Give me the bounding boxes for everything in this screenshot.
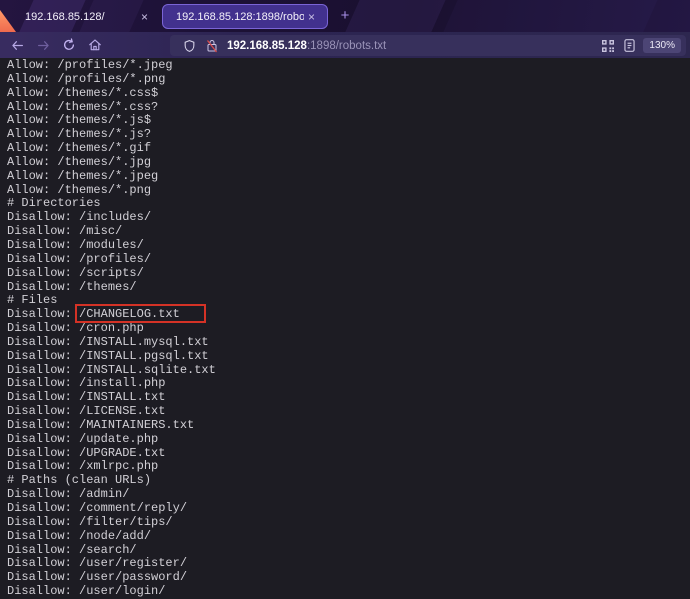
tab-title: 192.168.85.128/	[25, 10, 105, 23]
robots-line: Disallow: /user/password/	[7, 570, 188, 585]
robots-line: Disallow: /comment/reply/	[7, 501, 188, 515]
url-text[interactable]: 192.168.85.128:1898/robots.txt	[227, 40, 386, 52]
robots-line: Disallow: /filter/tips/	[7, 514, 173, 529]
robots-line: Disallow: /user/login/	[7, 584, 166, 599]
new-tab-button[interactable]: +	[336, 7, 354, 25]
tab-title: 192.168.85.128:1898/robots.txt	[176, 10, 304, 23]
robots-line: Allow: /themes/*.png	[7, 182, 152, 197]
page-content: Allow: /profiles/*.jpeg Allow: /profiles…	[0, 58, 690, 599]
zoom-level-button[interactable]: 130%	[643, 38, 681, 53]
robots-line: Disallow: /cron.php	[7, 321, 144, 336]
home-button[interactable]	[82, 34, 108, 56]
robots-line: Disallow: /INSTALL.pgsql.txt	[7, 348, 209, 363]
robots-line: Disallow: /includes/	[7, 210, 152, 225]
browser-window: 192.168.85.128/ × 192.168.85.128:1898/ro…	[0, 0, 690, 599]
robots-line: # Paths (clean URLs)	[7, 473, 152, 488]
robots-line: Disallow: /UPGRADE.txt	[7, 445, 166, 460]
tracking-protection-shield-icon[interactable]	[178, 39, 201, 53]
robots-line: Disallow: /scripts/	[7, 265, 144, 280]
theme-stripe	[439, 0, 661, 32]
reload-icon	[63, 38, 75, 50]
arrow-left-icon	[11, 40, 23, 50]
highlighted-path: /CHANGELOG.txt	[79, 307, 180, 322]
theme-orange-accent	[0, 10, 16, 32]
insecure-lock-icon[interactable]	[201, 39, 223, 53]
theme-stripe	[341, 0, 449, 32]
robots-line: Allow: /profiles/*.png	[7, 71, 166, 86]
robots-line: Disallow: /CHANGELOG.txt	[7, 307, 180, 322]
robots-line: Disallow: /misc/	[7, 224, 123, 239]
robots-line: Disallow: /MAINTAINERS.txt	[7, 417, 195, 432]
robots-line: Disallow: /INSTALL.sqlite.txt	[7, 362, 216, 377]
close-icon[interactable]: ×	[304, 9, 319, 25]
tab-robots-txt[interactable]: 192.168.85.128:1898/robots.txt ×	[162, 4, 328, 29]
robots-lines: Allow: /profiles/*.jpeg Allow: /profiles…	[0, 58, 690, 599]
url-bar[interactable]: 192.168.85.128:1898/robots.txt 130%	[170, 35, 686, 56]
robots-line: Disallow: /INSTALL.mysql.txt	[7, 334, 209, 349]
reload-button[interactable]	[56, 34, 82, 56]
navigation-toolbar: 192.168.85.128:1898/robots.txt 130%	[0, 32, 690, 58]
forward-button[interactable]	[30, 34, 56, 56]
robots-line: Disallow: /themes/	[7, 279, 137, 294]
reader-view-icon[interactable]	[619, 39, 640, 52]
tab-homepage[interactable]: 192.168.85.128/ ×	[16, 4, 158, 29]
robots-line: Allow: /themes/*.js?	[7, 127, 152, 142]
robots-line: Disallow: /modules/	[7, 237, 144, 252]
robots-line: Disallow: /LICENSE.txt	[7, 404, 166, 419]
robots-line: Allow: /themes/*.css$	[7, 85, 159, 100]
robots-line: Allow: /themes/*.jpeg	[7, 168, 159, 183]
tab-bar: 192.168.85.128/ × 192.168.85.128:1898/ro…	[0, 0, 690, 32]
url-host: 192.168.85.128	[227, 39, 307, 52]
robots-line: Disallow: /INSTALL.txt	[7, 390, 166, 405]
robots-line: Allow: /themes/*.jpg	[7, 154, 152, 169]
robots-line: Disallow: /xmlrpc.php	[7, 459, 159, 474]
robots-line: Disallow: /install.php	[7, 376, 166, 391]
robots-line: Allow: /themes/*.js$	[7, 113, 152, 128]
robots-line: Allow: /themes/*.gif	[7, 141, 152, 156]
robots-line: Disallow: /node/add/	[7, 528, 152, 543]
arrow-right-icon	[37, 40, 49, 50]
robots-line: Disallow: /profiles/	[7, 251, 152, 266]
robots-line: Allow: /profiles/*.jpeg	[7, 58, 173, 72]
robots-line: Disallow: /update.php	[7, 431, 159, 446]
robots-line: Disallow: /search/	[7, 542, 137, 557]
robots-line: Disallow: /admin/	[7, 487, 130, 502]
url-path: :1898/robots.txt	[306, 39, 387, 52]
robots-line: Disallow: /user/register/	[7, 556, 188, 571]
back-button[interactable]	[4, 34, 30, 56]
robots-line: Allow: /themes/*.css?	[7, 99, 159, 114]
home-icon	[89, 39, 101, 51]
robots-line: # Directories	[7, 196, 101, 211]
close-icon[interactable]: ×	[137, 9, 152, 25]
qr-code-icon[interactable]	[597, 39, 619, 52]
